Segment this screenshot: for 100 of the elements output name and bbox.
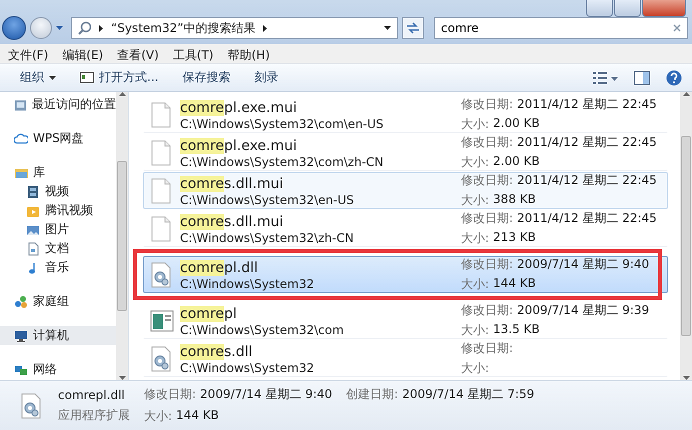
date-value: 2011/4/12 星期二 22:45 [517,96,657,113]
size-value: 144 KB [493,276,536,292]
field-label: 大小: [461,230,490,247]
field-label: 修改日期: [461,340,514,357]
field-value: 144 KB [176,408,219,424]
recent-icon [14,98,27,112]
preview-pane-icon[interactable] [634,70,650,84]
size-value: 388 KB [493,192,536,208]
menu-item[interactable]: 查看(V) [117,47,159,60]
search-field[interactable]: comre [434,17,688,39]
file-name: comres.dll [180,342,254,360]
sidebar-item[interactable]: 计算机 [0,326,116,345]
dropdown-icon[interactable] [384,26,391,30]
file-path: C:\Windows\System32\com [180,322,345,336]
sidebar-item[interactable]: 库 [0,163,116,182]
back-button[interactable] [2,16,26,40]
sidebar-item[interactable]: 家庭组 [0,292,116,311]
date-value: 2011/4/12 星期二 22:45 [517,134,657,151]
close-button[interactable] [642,0,686,17]
size-value: 2.00 KB [493,116,540,132]
cloud-icon [14,132,28,146]
toolbar-button[interactable]: 刻录 [244,66,288,89]
homegroup-icon [14,294,28,308]
file-path: C:\Windows\System32\zh-CN [180,230,355,244]
size-value: 213 KB [493,230,536,246]
file-name: comres.dll.mui [180,212,284,230]
field-label: 修改日期: [144,386,196,403]
size-value: 13.5 KB [493,322,540,338]
dropdown-icon [49,76,56,80]
up-arrow-icon[interactable] [118,92,126,96]
file-path: C:\Windows\System32\en-US [180,192,355,206]
file-name: comres.dll.mui [180,174,284,192]
video-icon [26,184,40,198]
field-label: 大小: [461,360,490,377]
date-value: 2011/4/12 星期二 22:45 [517,210,657,227]
field-label: 修改日期: [461,96,514,113]
file-row[interactable]: comrepl.exe.mui C:\Windows\System32\com\zh-CN 修改日期: 2011/4/12 星期二 22:45 大小: 2.00 KB [143,134,668,171]
file-name: comrepl.exe.mui [180,136,298,154]
file-name: comrepl.exe.mui [180,98,298,116]
field-label: 大小: [461,276,490,293]
field-value: 2009/7/14 星期二 9:40 [200,386,332,403]
toolbar-button[interactable]: 保存搜索 [172,66,240,89]
menu-item[interactable]: 工具(T) [172,47,214,60]
file-path: C:\Windows\System32 [180,276,316,290]
file-path: C:\Windows\System32 [180,360,316,374]
date-value: 2009/7/14 星期二 9:40 [517,256,650,273]
chevron-icon [99,24,103,32]
file-row[interactable]: comres.dll C:\Windows\System32 修改日期: 大小: [143,340,668,377]
field-label: 创建日期: [346,386,398,403]
file-path: C:\Windows\System32\com\zh-CN [180,154,384,168]
up-arrow-icon[interactable] [682,92,690,96]
menu-item[interactable]: 文件(F) [8,47,48,60]
chevron-icon [263,24,268,32]
scrollbar[interactable] [680,92,692,380]
menu-item[interactable]: 帮助(H) [228,47,270,60]
scrollbar[interactable] [116,92,128,380]
sidebar-item[interactable]: 最近访问的位置 [0,95,116,114]
file-row[interactable]: comres.dll.mui C:\Windows\System32\en-US 修改日期: 2011/4/12 星期二 22:45 大小: 388 KB [143,172,668,209]
address-bar[interactable]: “System32”中的搜索结果 [71,17,398,39]
date-value: 2011/4/12 星期二 22:45 [517,172,657,189]
file-row[interactable]: comrepl.dll C:\Windows\System32 修改日期: 2009/7/14 星期二 9:40 大小: 144 KB [143,256,668,293]
sidebar-item[interactable]: WPS网盘 [0,129,116,148]
scrollbar-thumb[interactable] [681,136,691,336]
down-arrow-icon[interactable] [682,376,690,380]
field-label: 大小: [461,154,490,171]
sidebar-item[interactable]: 网络 [0,360,116,379]
sidebar-item[interactable]: 音乐 [0,258,116,277]
field-label: 修改日期: [461,210,514,227]
toolbar-button[interactable]: 打开方式... [70,66,168,89]
field-value: 2009/7/14 星期二 7:59 [402,386,534,403]
file-name: comrepl.dll [58,388,126,402]
file-row[interactable]: comrepl C:\Windows\System32\com 修改日期: 2009/7/14 星期二 9:39 大小: 13.5 KB [143,302,668,339]
size-value: 2.00 KB [493,154,540,170]
down-arrow-icon[interactable] [118,376,126,380]
help-icon[interactable] [666,70,682,86]
field-label: 大小: [461,116,490,133]
forward-button[interactable] [30,17,52,39]
file-row[interactable]: comres.dll.mui C:\Windows\System32\zh-CN 修改日期: 2011/4/12 星期二 22:45 大小: 213 KB [143,210,668,247]
scrollbar-thumb[interactable] [117,161,127,311]
sidebar-item[interactable]: 腾讯视频 [0,201,116,220]
minimize-button[interactable] [586,0,613,17]
refresh-button[interactable] [402,17,424,39]
date-value: 2009/7/14 星期二 9:39 [517,302,650,319]
sidebar-item[interactable]: 文档 [0,239,116,258]
sidebar-item[interactable]: 图片 [0,220,116,239]
clear-icon[interactable] [673,24,681,32]
computer-icon [14,328,28,342]
sidebar-item[interactable]: 视频 [0,182,116,201]
file-path: C:\Windows\System32\com\en-US [180,116,385,130]
field-label: 修改日期: [461,302,514,319]
toolbar-button[interactable]: 组织 [10,66,66,89]
view-options-icon[interactable] [593,70,618,84]
file-type: 应用程序扩展 [58,406,130,424]
maximize-button[interactable] [614,0,641,17]
address-text: “System32”中的搜索结果 [111,20,256,36]
file-icon [150,308,174,334]
file-row[interactable]: comrepl.exe.mui C:\Windows\System32\com\en-US 修改日期: 2011/4/12 星期二 22:45 大小: 2.00 KB [143,96,668,133]
menu-item[interactable]: 编辑(E) [62,47,104,60]
field-label: 修改日期: [461,172,514,189]
field-label: 大小: [461,322,490,339]
